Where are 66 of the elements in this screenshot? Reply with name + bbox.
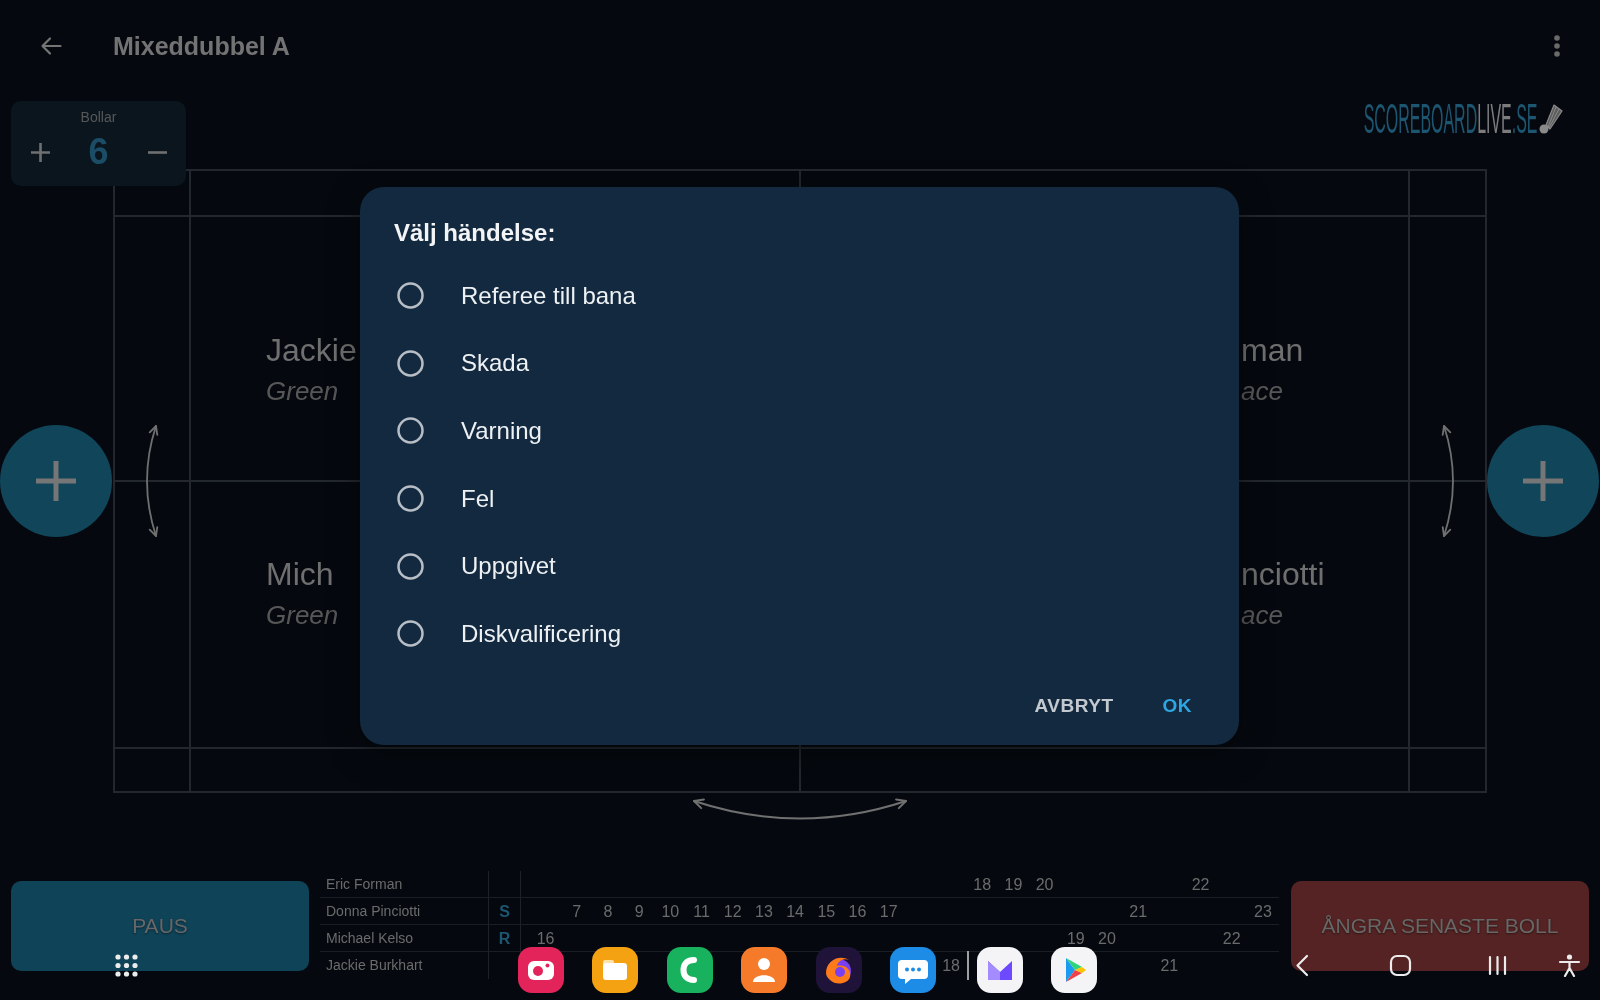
- accessibility-icon[interactable]: [1557, 953, 1581, 977]
- team-name: Green: [266, 600, 339, 631]
- cancel-button[interactable]: AVBRYT: [1026, 685, 1122, 726]
- player-name: Donna Pinciotti: [320, 898, 489, 924]
- plus-icon: [36, 461, 76, 501]
- player-name: nciotti: [1241, 555, 1325, 593]
- shuttlecock-icon: [1537, 104, 1563, 134]
- score-value: 21: [1160, 957, 1179, 974]
- player-name: Eric Forman: [320, 871, 489, 897]
- score-value: 14: [786, 902, 804, 920]
- serve-role-label: R: [498, 929, 511, 947]
- team-name: Green: [266, 376, 339, 407]
- team-name: ace: [1241, 376, 1283, 407]
- minus-icon[interactable]: [146, 150, 168, 154]
- balls-label: Bollar: [80, 109, 117, 125]
- team-name: ace: [1241, 600, 1283, 631]
- score-value: 16: [848, 902, 867, 920]
- player-name: man: [1241, 331, 1304, 369]
- score-value: 7: [572, 902, 582, 920]
- plus-icon: [1523, 461, 1563, 501]
- dialog-title: Välj händelse:: [394, 218, 557, 248]
- page-title: Mixeddubbel A: [113, 31, 290, 61]
- score-value: 19: [1004, 875, 1023, 893]
- radio-option[interactable]: Skada: [394, 329, 530, 398]
- score-value: 18: [973, 875, 992, 893]
- radio-option[interactable]: Uppgivet: [394, 532, 556, 600]
- score-value: 11: [693, 902, 710, 920]
- score-value: 22: [1222, 929, 1241, 947]
- player-name: Michael Kelso: [320, 925, 489, 951]
- logo-text: SCOREBOARDLIVE.SE: [1363, 98, 1537, 140]
- radio-option[interactable]: Fel: [394, 464, 495, 533]
- score-value: 13: [755, 902, 773, 920]
- folder-icon[interactable]: [592, 947, 639, 993]
- player-name: Jackie: [266, 331, 357, 369]
- score-value: 16: [536, 929, 555, 947]
- flame-globe-icon[interactable]: [815, 947, 862, 993]
- more-options-icon[interactable]: [1553, 35, 1561, 57]
- score-value: 22: [1191, 875, 1210, 893]
- serve-role-label: S: [499, 902, 510, 920]
- score-value: 15: [817, 902, 836, 920]
- score-value: 17: [879, 902, 898, 920]
- score-value: 12: [723, 902, 742, 920]
- home-icon[interactable]: [1388, 953, 1412, 977]
- score-value: 19: [1066, 929, 1085, 947]
- score-value: 20: [1035, 875, 1054, 893]
- balls-count: 6: [88, 132, 109, 172]
- score-value: 21: [1129, 902, 1148, 920]
- score-value: 9: [634, 902, 644, 920]
- plus-icon[interactable]: [29, 141, 51, 163]
- score-value: 10: [661, 902, 680, 920]
- radio-option[interactable]: Diskvalificering: [394, 599, 622, 668]
- ok-button[interactable]: OK: [1154, 685, 1200, 726]
- envelope-icon[interactable]: [976, 947, 1023, 993]
- score-value: 18: [942, 957, 960, 974]
- player-name: Jackie Burkhart: [320, 952, 489, 979]
- person-icon[interactable]: [741, 947, 788, 993]
- chat-bubble-icon[interactable]: [889, 947, 936, 993]
- phone-icon[interactable]: [666, 947, 713, 993]
- player-name: Mich: [266, 555, 334, 593]
- radio-option[interactable]: Referee till bana: [394, 262, 636, 330]
- radio-option[interactable]: Varning: [394, 397, 542, 465]
- score-value: 20: [1098, 929, 1116, 947]
- score-value: 8: [603, 902, 613, 920]
- camera-icon[interactable]: [518, 947, 564, 993]
- score-value: 23: [1254, 902, 1272, 920]
- app-grid-icon[interactable]: [115, 953, 138, 977]
